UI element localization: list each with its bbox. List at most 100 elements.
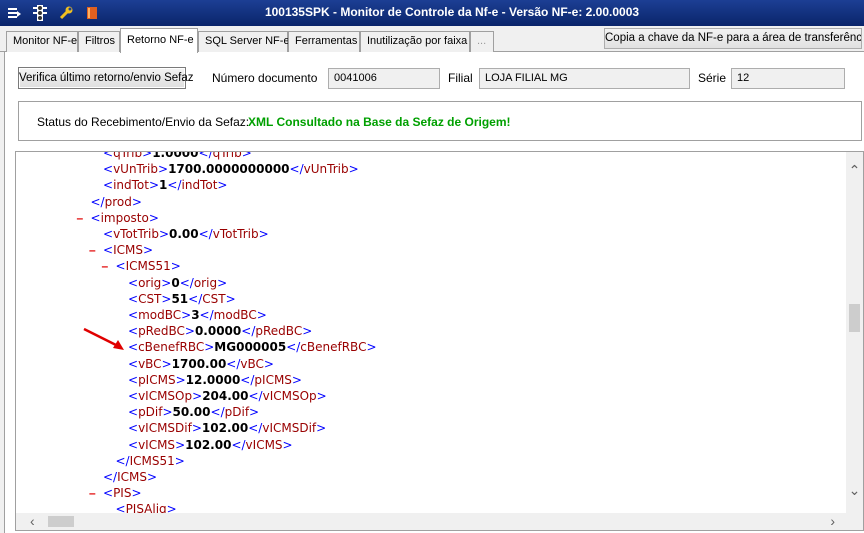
tab-sql-server-nfe[interactable]: SQL Server NF-e [198,31,290,52]
collapse-minus-icon[interactable]: – [102,259,109,273]
xml-bracket: > [258,227,269,241]
scroll-up-icon[interactable]: ⌃ [846,162,863,178]
xml-tag-name: ICMS [117,470,147,484]
scroll-left-icon[interactable]: ‹ [30,513,35,529]
status-box: Status do Recebimento/Envio da Sefaz: XM… [18,101,862,141]
xml-tag-name: orig [193,275,218,290]
xml-bracket: > [291,372,302,387]
xml-bracket: > [256,308,267,322]
xml-tag-name: orig [138,275,162,290]
xml-value: 12.0000 [185,372,241,387]
filial-label: Filial [448,71,473,85]
xml-line: <modBC>3</modBC> [128,308,267,324]
xml-bracket: > [366,340,377,355]
copy-key-button[interactable]: Copia a chave da NF-e para a área de tra… [604,28,862,49]
xml-line: <vICMSDif>102.00</vICMSDif> [128,421,326,437]
xml-bracket: </ [179,275,194,290]
xml-tag-name: imposto [100,210,149,225]
xml-bracket: > [131,194,142,209]
xml-bracket: > [316,421,327,436]
filial-field[interactable]: LOJA FILIAL MG [479,68,690,89]
xml-tag-name: vICMSDif [262,421,317,436]
vertical-scroll-thumb[interactable] [849,304,860,332]
xml-bracket: </ [90,194,105,209]
xml-bracket: </ [289,162,304,177]
scroll-down-icon[interactable]: ⌄ [846,482,863,498]
xml-bracket: < [128,340,139,355]
collapse-minus-icon[interactable]: – [89,243,96,257]
xml-tag-name: vICMSOp [138,389,193,403]
xml-value: 51 [171,291,189,306]
xml-bracket: > [175,372,186,387]
xml-bracket: < [128,324,139,339]
xml-bracket: < [103,162,114,177]
xml-bracket: </ [286,340,301,355]
xml-line: <ICMS51> [116,259,181,275]
xml-tag-name: vICMSDif [138,421,192,436]
tab-ferramentas[interactable]: Ferramentas [288,31,360,52]
xml-tag-name: vICMS [245,437,283,452]
xml-tag-name: indTot [181,178,218,193]
xml-value: 50.00 [172,405,211,420]
horizontal-scrollbar[interactable]: ‹ › [16,513,863,530]
xml-tag-name: vUnTrib [303,162,349,177]
xml-bracket: > [191,421,202,436]
tab-retorno-nfe[interactable]: Retorno NF-e [120,28,198,53]
xml-line: <qTrib>1.0000</qTrib> [103,151,252,162]
xml-bracket: > [161,356,172,371]
xml-bracket: </ [188,291,203,306]
xml-line: <CST>51</CST> [128,292,236,308]
xml-bracket: > [148,210,159,225]
xml-bracket: > [158,162,169,177]
horizontal-scroll-thumb[interactable] [48,516,74,527]
xml-tag-name: pDif [224,405,250,420]
xml-tag-name: prod [104,194,132,209]
xml-bracket: > [148,178,160,193]
collapse-minus-icon[interactable]: – [77,211,84,225]
tab-more[interactable]: ... [470,31,494,52]
xml-bracket: < [128,421,139,436]
serie-field[interactable]: 12 [731,68,845,89]
scroll-right-icon[interactable]: › [830,513,835,529]
xml-bracket: < [128,275,139,290]
xml-tag-name: CST [202,291,226,306]
xml-tag-name: vTotTrib [113,227,159,241]
verify-sefaz-button[interactable]: Verifica último retorno/envio Sefaz [18,67,194,89]
xml-tag-name: vICMS [138,437,176,452]
xml-tag-name: vICMSOp [262,389,317,403]
tab-inutilizacao[interactable]: Inutilização por faixa [360,31,470,52]
xml-bracket: </ [241,324,256,339]
xml-bracket: > [217,178,228,193]
status-value: XML Consultado na Base da Sefaz de Orige… [248,115,511,129]
xml-line: </ICMS51> [116,454,185,470]
xml-bracket: </ [240,372,255,387]
xml-bracket: > [225,291,236,306]
xml-bracket: </ [248,421,263,436]
xml-bracket: > [184,324,195,339]
xml-bracket: </ [198,227,213,241]
xml-tag-name: qTrib [113,151,143,160]
xml-bracket: > [181,308,192,322]
xml-bracket: > [175,437,186,452]
xml-tag-name: PIS [113,486,132,501]
serie-label: Série [698,71,727,85]
tab-filtros[interactable]: Filtros [78,31,120,52]
collapse-minus-icon[interactable]: – [89,486,96,500]
xml-line: <imposto> [91,211,159,227]
xml-bracket: < [103,243,114,258]
xml-value: 1.0000 [152,151,199,160]
vertical-scrollbar[interactable]: ⌃ ⌄ [846,152,863,514]
xml-tag-name: ICMS51 [125,259,171,274]
xml-line: <ICMS> [103,243,153,259]
xml-bracket: </ [115,453,130,468]
xml-tag-name: modBC [213,308,257,322]
xml-viewer[interactable]: <qTrib>1.0000</qTrib> <vUnTrib>1700.00000… [15,151,864,531]
doc-number-field[interactable]: 0041006 [328,68,440,89]
xml-value: 102.00 [201,421,249,436]
xml-value: 1700.0000000000 [168,162,290,177]
tab-monitor-nfe[interactable]: Monitor NF-e [6,31,78,52]
xml-line: <pDif>50.00</pDif> [128,405,259,421]
xml-bracket: > [174,453,185,468]
xml-bracket: < [128,437,139,452]
xml-bracket: > [142,151,153,160]
